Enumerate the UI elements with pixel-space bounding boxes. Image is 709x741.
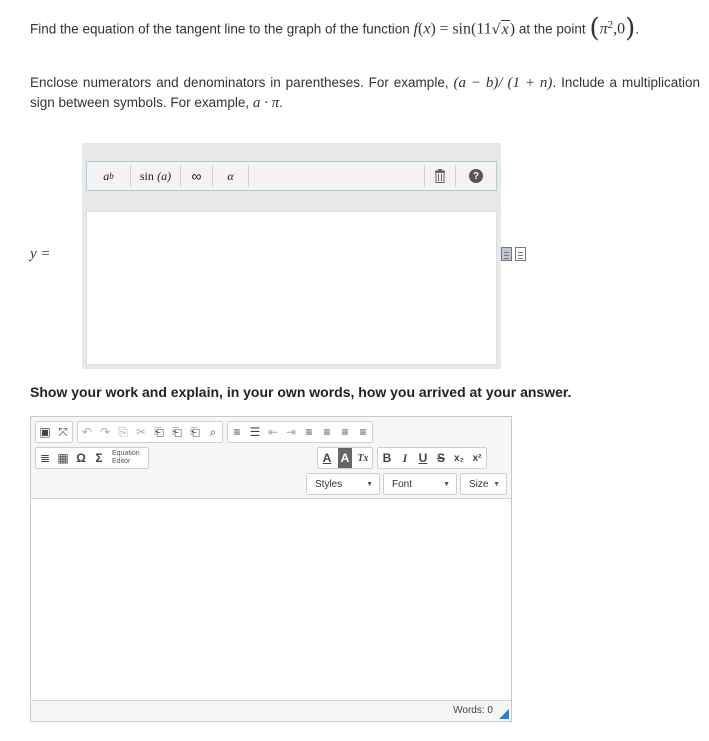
copy-icon[interactable]: ⎘ — [114, 422, 132, 442]
redo-icon[interactable]: ↷ — [96, 422, 114, 442]
example-fraction: (a − b)/ (1 + n) — [453, 75, 553, 91]
toolbar-row-2-format: A A Tx B I U S x₂ x² — [317, 447, 491, 469]
special-char-icon[interactable]: Ω — [72, 448, 90, 468]
document-icon[interactable] — [515, 247, 526, 261]
trash-button[interactable] — [424, 165, 456, 187]
underline-button[interactable]: U — [414, 448, 432, 468]
math-toolbar: ab sin (a) ∞ α ? — [86, 161, 497, 191]
align-left-icon[interactable]: ≡ — [300, 422, 318, 442]
answer-input[interactable] — [86, 211, 497, 365]
source-icon[interactable]: ▣ — [36, 422, 54, 442]
rich-text-editor: ▣ ⤧ ↶ ↷ ⎘ ✂ ⎗ ⎗ ⎗ ⌕ ≡ ☰ ⇤ ⇥ ≡ ≡ ≡ ≡ ≣ ▦ … — [30, 416, 512, 722]
tb-group-colors: A A Tx — [317, 447, 373, 469]
tb-group-basic: B I U S x₂ x² — [377, 447, 487, 469]
rte-toolbar: ▣ ⤧ ↶ ↷ ⎘ ✂ ⎗ ⎗ ⎗ ⌕ ≡ ☰ ⇤ ⇥ ≡ ≡ ≡ ≡ ≣ ▦ … — [31, 417, 511, 499]
text-color-button[interactable]: A — [318, 448, 336, 468]
toolbar-row-2: ≣ ▦ Ω Σ Equation Editor — [35, 447, 153, 469]
word-count: Words: 0 — [453, 705, 493, 716]
tb-group-edit: ↶ ↷ ⎘ ✂ ⎗ ⎗ ⎗ ⌕ — [77, 421, 223, 443]
indent-icon[interactable]: ⇥ — [282, 422, 300, 442]
subscript-button[interactable]: x₂ — [450, 448, 468, 468]
side-icons — [501, 247, 526, 261]
trash-icon — [435, 169, 445, 183]
infinity-button[interactable]: ∞ — [181, 165, 213, 187]
align-center-icon[interactable]: ≡ — [318, 422, 336, 442]
tb-group-insert: ≣ ▦ Ω Σ Equation Editor — [35, 447, 149, 469]
example-multiplication: a · π — [252, 95, 280, 111]
table-icon[interactable]: ▦ — [54, 448, 72, 468]
equation-editor-button[interactable]: Equation Editor — [108, 450, 148, 466]
styles-dropdown[interactable]: Styles ▼ — [306, 473, 380, 495]
bulleted-list-icon[interactable]: ☰ — [246, 422, 264, 442]
sigma-icon[interactable]: Σ — [90, 448, 108, 468]
numbered-list-icon[interactable]: ≡ — [228, 422, 246, 442]
paste-icon[interactable]: ⎗ — [150, 422, 168, 442]
sqrt-x: √x — [491, 19, 510, 38]
paste-text-icon[interactable]: ⎗ — [168, 422, 186, 442]
chevron-down-icon: ▼ — [493, 480, 500, 488]
preview-icon[interactable] — [501, 247, 512, 261]
font-dropdown[interactable]: Font ▼ — [383, 473, 457, 495]
alpha-button[interactable]: α — [213, 165, 249, 187]
toolbar-row-1: ▣ ⤧ ↶ ↷ ⎘ ✂ ⎗ ⎗ ⎗ ⌕ ≡ ☰ ⇤ ⇥ ≡ ≡ ≡ ≡ — [35, 421, 377, 443]
undo-icon[interactable]: ↶ — [78, 422, 96, 442]
chevron-down-icon: ▼ — [366, 480, 373, 488]
power-button[interactable]: ab — [87, 165, 131, 187]
size-dropdown[interactable]: Size ▼ — [460, 473, 507, 495]
help-button[interactable]: ? — [456, 165, 496, 187]
bg-color-button[interactable]: A — [338, 448, 352, 468]
sin-button[interactable]: sin (a) — [131, 165, 181, 187]
question-text: Find the equation of the tangent line to… — [30, 8, 700, 44]
outdent-icon[interactable]: ⇤ — [264, 422, 282, 442]
work-prompt: Show your work and explain, in your own … — [30, 384, 572, 400]
italic-button[interactable]: I — [396, 448, 414, 468]
tb-group-source: ▣ ⤧ — [35, 421, 73, 443]
find-icon[interactable]: ⌕ — [204, 422, 222, 442]
cut-icon[interactable]: ✂ — [132, 422, 150, 442]
answer-label: y = — [30, 246, 51, 262]
paste-word-icon[interactable]: ⎗ — [186, 422, 204, 442]
maximize-icon[interactable]: ⤧ — [54, 422, 72, 442]
resize-handle[interactable] — [499, 709, 509, 719]
rte-status-bar: Words: 0 — [31, 700, 511, 721]
instructions-text: Enclose numerators and denominators in p… — [30, 75, 700, 111]
align-justify-icon[interactable]: ≡ — [354, 422, 372, 442]
clear-format-button[interactable]: Tx — [354, 448, 372, 468]
bold-button[interactable]: B — [378, 448, 396, 468]
tb-group-lists: ≡ ☰ ⇤ ⇥ ≡ ≡ ≡ ≡ — [227, 421, 373, 443]
superscript-button[interactable]: x² — [468, 448, 486, 468]
help-icon: ? — [469, 169, 483, 183]
work-textarea[interactable] — [31, 500, 511, 700]
align-right-icon[interactable]: ≡ — [336, 422, 354, 442]
chevron-down-icon: ▼ — [443, 480, 450, 488]
horizontal-line-icon[interactable]: ≣ — [36, 448, 54, 468]
math-editor: ab sin (a) ∞ α ? — [82, 143, 501, 369]
strikethrough-button[interactable]: S — [432, 448, 450, 468]
